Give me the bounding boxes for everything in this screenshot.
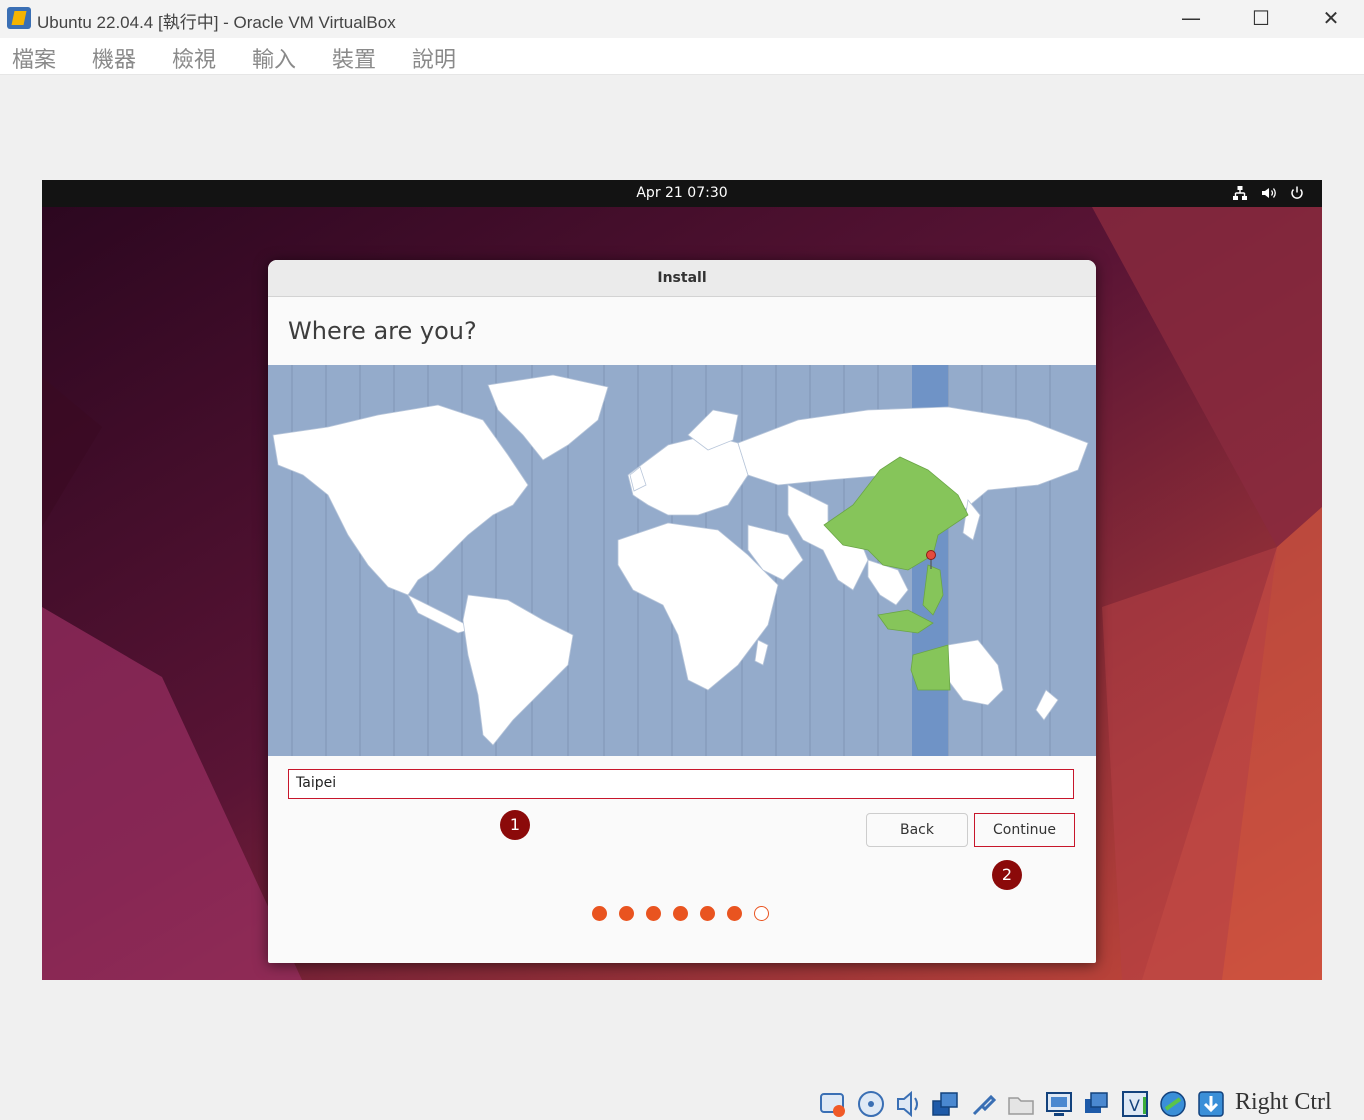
progress-dot — [646, 906, 661, 921]
window-title: Ubuntu 22.04.4 [執行中] - Oracle VM Virtual… — [37, 13, 396, 32]
menubar: 檔案 機器 檢視 輸入 裝置 說明 — [0, 38, 1364, 75]
window-titlebar: Ubuntu 22.04.4 [執行中] - Oracle VM Virtual… — [0, 0, 1364, 38]
install-dialog: Install Where are you? Taipei Back Conti… — [268, 260, 1096, 963]
shared-folders-icon[interactable] — [1006, 1089, 1036, 1119]
audio-icon[interactable] — [894, 1089, 924, 1119]
progress-dot-current — [754, 906, 769, 921]
power-icon[interactable] — [1288, 184, 1306, 202]
guest-top-bar: Apr 21 07:30 — [42, 180, 1322, 207]
svg-text:V: V — [1129, 1096, 1140, 1115]
progress-dot — [673, 906, 688, 921]
timezone-input[interactable]: Taipei — [288, 769, 1074, 799]
vm-screen[interactable]: Apr 21 07:30 Install Where are you? Taip… — [42, 180, 1322, 980]
hard-disk-icon[interactable] — [818, 1089, 848, 1119]
video-capture-icon[interactable] — [1082, 1089, 1112, 1119]
progress-dot — [619, 906, 634, 921]
progress-dot — [727, 906, 742, 921]
page-heading: Where are you? — [288, 317, 477, 345]
menu-machine[interactable]: 機器 — [92, 42, 136, 74]
maximize-button[interactable]: ☐ — [1226, 0, 1296, 36]
dialog-header: Install — [268, 260, 1096, 297]
back-button[interactable]: Back — [866, 813, 968, 847]
mouse-integration-icon[interactable] — [1196, 1089, 1226, 1119]
timezone-map[interactable] — [268, 365, 1096, 756]
guest-clock[interactable]: Apr 21 07:30 — [42, 185, 1322, 201]
progress-dot — [592, 906, 607, 921]
dialog-title: Install — [657, 270, 707, 286]
menu-file[interactable]: 檔案 — [12, 42, 56, 74]
network-adapter-icon[interactable] — [930, 1089, 960, 1119]
progress-dot — [700, 906, 715, 921]
menu-input[interactable]: 輸入 — [252, 42, 296, 74]
network-icon[interactable] — [1231, 184, 1249, 202]
menu-devices[interactable]: 裝置 — [332, 42, 376, 74]
guest-additions-icon[interactable] — [1158, 1089, 1188, 1119]
virtualization-icon[interactable]: V — [1120, 1089, 1150, 1119]
menu-help[interactable]: 說明 — [412, 42, 456, 74]
host-key-label: Right Ctrl — [1235, 1089, 1332, 1115]
optical-drive-icon[interactable] — [856, 1089, 886, 1119]
annotation-marker-2: 2 — [992, 860, 1022, 890]
continue-button[interactable]: Continue — [974, 813, 1075, 847]
volume-icon[interactable] — [1260, 184, 1278, 202]
minimize-button[interactable]: — — [1156, 0, 1226, 36]
menu-view[interactable]: 檢視 — [172, 42, 216, 74]
display-icon[interactable] — [1044, 1089, 1074, 1119]
annotation-marker-1: 1 — [500, 810, 530, 840]
close-button[interactable]: ✕ — [1296, 0, 1364, 36]
virtualbox-app-icon — [7, 7, 31, 29]
progress-dots — [592, 906, 772, 922]
usb-icon[interactable] — [968, 1089, 998, 1119]
